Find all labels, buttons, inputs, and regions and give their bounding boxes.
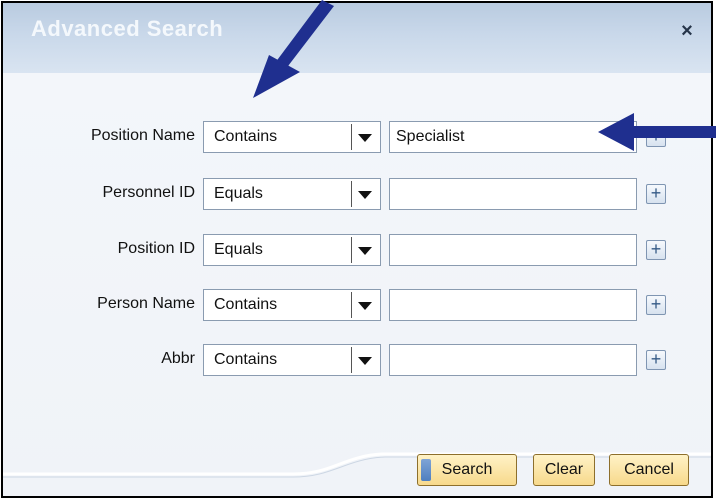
dialog-titlebar: Advanced Search × xyxy=(3,3,711,73)
cancel-button-label: Cancel xyxy=(624,461,674,478)
row-label: Abbr xyxy=(161,350,195,367)
row-label: Person Name xyxy=(97,295,195,312)
select-divider xyxy=(351,292,352,318)
operator-value: Contains xyxy=(214,351,278,368)
add-criterion-button[interactable]: + xyxy=(646,127,666,147)
operator-select[interactable]: Contains xyxy=(203,344,381,376)
operator-value: Contains xyxy=(214,128,278,145)
chevron-down-icon[interactable] xyxy=(358,357,372,365)
clear-button[interactable]: Clear xyxy=(533,454,595,486)
criteria-row-personnel-id: Personnel ID Equals + xyxy=(3,178,711,212)
cancel-button[interactable]: Cancel xyxy=(609,454,689,486)
search-value-input[interactable] xyxy=(389,234,637,266)
select-divider xyxy=(351,237,352,263)
operator-select[interactable]: Contains xyxy=(203,289,381,321)
criteria-row-person-name: Person Name Contains + xyxy=(3,289,711,323)
criteria-row-position-name: Position Name Contains + xyxy=(3,121,711,155)
add-criterion-button[interactable]: + xyxy=(646,350,666,370)
operator-value: Equals xyxy=(214,185,263,202)
search-button-label: Search xyxy=(441,461,493,478)
operator-value: Equals xyxy=(214,241,263,258)
footer-divider-curve xyxy=(3,452,711,478)
row-label: Personnel ID xyxy=(102,184,196,201)
criteria-row-position-id: Position ID Equals + xyxy=(3,234,711,268)
add-criterion-button[interactable]: + xyxy=(646,295,666,315)
operator-select[interactable]: Equals xyxy=(203,178,381,210)
search-value-input[interactable] xyxy=(389,121,637,153)
add-criterion-button[interactable]: + xyxy=(646,240,666,260)
criteria-row-abbr: Abbr Contains + xyxy=(3,344,711,378)
add-criterion-button[interactable]: + xyxy=(646,184,666,204)
select-divider xyxy=(351,347,352,373)
close-icon[interactable]: × xyxy=(675,19,699,43)
row-label: Position ID xyxy=(117,240,195,257)
search-button[interactable]: Search xyxy=(417,454,517,486)
operator-select[interactable]: Equals xyxy=(203,234,381,266)
chevron-down-icon[interactable] xyxy=(358,302,372,310)
select-divider xyxy=(351,181,352,207)
dialog-title: Advanced Search xyxy=(31,16,224,41)
row-label: Position Name xyxy=(90,127,195,144)
chevron-down-icon[interactable] xyxy=(358,247,372,255)
chevron-down-icon[interactable] xyxy=(358,191,372,199)
operator-value: Contains xyxy=(214,296,278,313)
search-value-input[interactable] xyxy=(389,289,637,321)
search-value-input[interactable] xyxy=(389,178,637,210)
clear-button-label: Clear xyxy=(544,461,584,478)
chevron-down-icon[interactable] xyxy=(358,134,372,142)
select-divider xyxy=(351,124,352,150)
advanced-search-dialog: Advanced Search × Position Name Contains… xyxy=(1,1,713,498)
search-criteria-panel: Position Name Contains + Personnel ID Eq… xyxy=(3,73,711,496)
search-value-input[interactable] xyxy=(389,344,637,376)
operator-select[interactable]: Contains xyxy=(203,121,381,153)
